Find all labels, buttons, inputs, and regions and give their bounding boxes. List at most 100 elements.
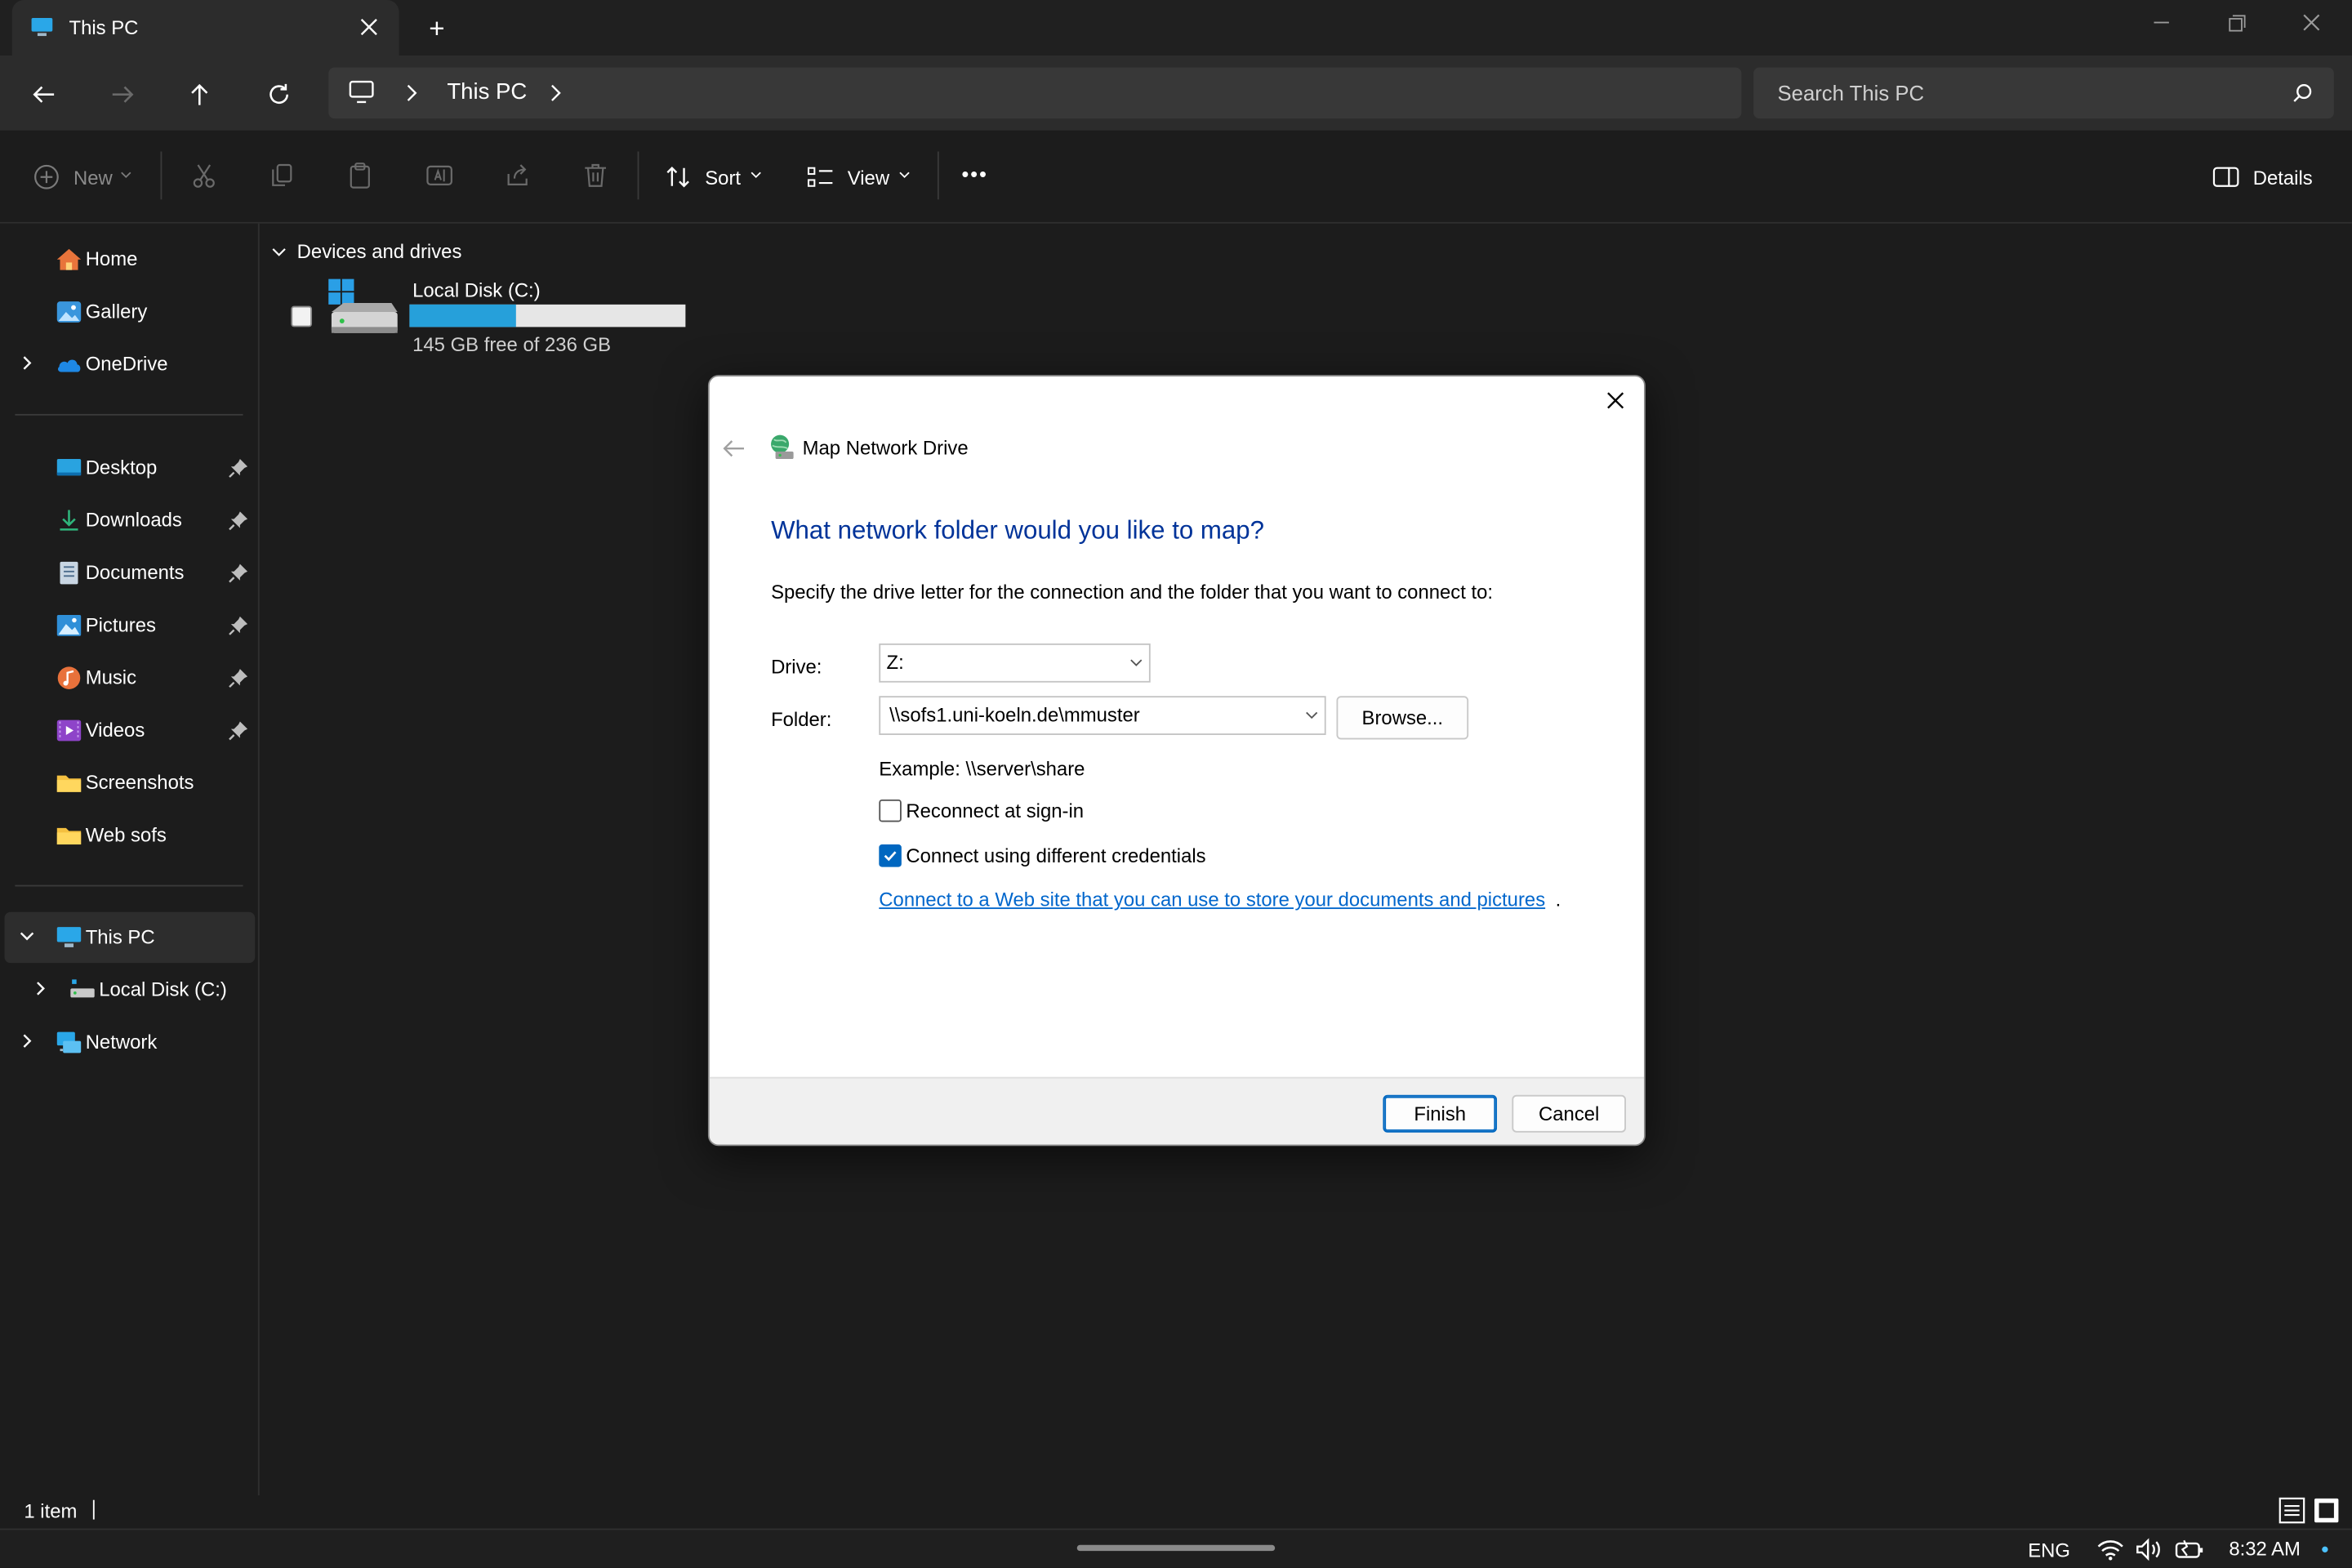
volume-icon[interactable] (2135, 1538, 2165, 1561)
notification-dot-icon[interactable] (2322, 1546, 2328, 1552)
group-header-devices[interactable]: Devices and drives (271, 240, 461, 262)
breadcrumb-this-pc[interactable]: This PC (447, 79, 527, 105)
rename-icon[interactable] (425, 161, 455, 191)
title-bar: This PC + (0, 0, 2352, 56)
sidebar-item-pictures[interactable]: Pictures (0, 600, 255, 651)
chevron-down-icon (120, 171, 132, 180)
see-more-button[interactable]: ••• (961, 162, 988, 185)
item-count: 1 item (24, 1499, 78, 1523)
chevron-right-icon[interactable] (18, 354, 36, 372)
breadcrumb-chevron-icon[interactable] (403, 84, 418, 102)
sidebar-item-desktop[interactable]: Desktop (0, 443, 255, 493)
credentials-label[interactable]: Connect using different credentials (906, 844, 1205, 867)
pin-icon[interactable] (228, 720, 249, 742)
details-button[interactable]: Details (2253, 167, 2313, 189)
sidebar-item-documents[interactable]: Documents (0, 547, 255, 598)
documents-icon (56, 561, 82, 585)
refresh-button[interactable] (260, 75, 299, 114)
paste-icon[interactable] (345, 161, 375, 191)
close-icon[interactable] (1605, 390, 1626, 412)
browse-button[interactable]: Browse... (1336, 696, 1469, 740)
share-icon[interactable] (502, 161, 532, 191)
address-bar[interactable]: This PC (328, 67, 1742, 119)
sidebar-item-music[interactable]: Music (0, 653, 255, 703)
large-icons-view-icon[interactable] (2313, 1497, 2340, 1524)
sidebar-item-label: Downloads (85, 508, 182, 532)
clock-time[interactable]: 8:32 AM (2229, 1538, 2301, 1561)
chevron-right-icon[interactable] (32, 979, 50, 997)
sidebar-item-label: Home (85, 247, 138, 270)
drive-select-checkbox[interactable] (291, 305, 313, 327)
chevron-down-icon (750, 171, 762, 180)
search-box[interactable]: Search This PC (1753, 67, 2334, 119)
storage-bar-fill (409, 304, 516, 327)
sidebar-item-home[interactable]: Home (0, 234, 255, 285)
pin-icon[interactable] (228, 667, 249, 688)
reconnect-checkbox[interactable] (879, 799, 902, 822)
restore-button[interactable] (2217, 9, 2256, 42)
minimize-button[interactable] (2142, 9, 2181, 42)
drive-free-space: 145 GB free of 236 GB (412, 332, 611, 356)
computer-icon (30, 16, 54, 38)
view-icon[interactable] (807, 165, 834, 189)
battery-icon[interactable] (2175, 1538, 2205, 1561)
forward-button[interactable] (104, 75, 143, 114)
chevron-right-icon[interactable] (18, 1032, 36, 1050)
music-icon (56, 666, 82, 689)
folder-combo-input[interactable]: \\sofs1.uni-koeln.de\mmuster (879, 696, 1326, 735)
sidebar-item-videos[interactable]: Videos (0, 705, 255, 755)
sort-icon[interactable] (665, 163, 692, 190)
pin-icon[interactable] (228, 457, 249, 479)
credentials-checkbox[interactable] (879, 844, 902, 867)
close-tab-icon[interactable] (360, 18, 378, 36)
pin-icon[interactable] (228, 615, 249, 636)
cancel-button[interactable]: Cancel (1512, 1094, 1626, 1133)
reconnect-label[interactable]: Reconnect at sign-in (906, 800, 1084, 822)
sidebar-item-gallery[interactable]: Gallery (0, 287, 255, 337)
back-button[interactable] (25, 75, 65, 114)
web-site-link[interactable]: Connect to a Web site that you can use t… (879, 888, 1545, 911)
home-indicator[interactable] (1076, 1544, 1276, 1552)
sidebar-item-downloads[interactable]: Downloads (0, 495, 255, 546)
cut-icon[interactable] (189, 161, 219, 191)
new-tab-button[interactable]: + (429, 14, 444, 46)
gallery-icon (56, 300, 82, 323)
close-window-button[interactable] (2292, 9, 2331, 42)
details-pane-icon[interactable] (2212, 167, 2239, 188)
chevron-down-icon[interactable] (18, 927, 36, 945)
sidebar-item-onedrive[interactable]: OneDrive (0, 339, 255, 390)
navigation-bar: This PC Search This PC (0, 55, 2352, 131)
search-input[interactable]: Search This PC (1777, 81, 1924, 105)
new-button[interactable]: New (74, 167, 113, 189)
sidebar-item-label: OneDrive (85, 352, 168, 376)
back-arrow-icon[interactable] (721, 438, 745, 459)
search-icon[interactable] (2292, 82, 2313, 104)
view-button[interactable]: View (848, 167, 889, 189)
dialog-heading: What network folder would you like to ma… (771, 515, 1265, 545)
sidebar-divider (15, 884, 243, 887)
up-button[interactable] (180, 75, 219, 114)
new-icon[interactable] (33, 163, 60, 190)
delete-icon[interactable] (581, 161, 611, 191)
status-divider (92, 1499, 95, 1520)
language-indicator[interactable]: ENG (2028, 1539, 2070, 1561)
pin-icon[interactable] (228, 510, 249, 531)
chevron-down-icon[interactable] (1305, 711, 1319, 720)
sidebar-item-local-disk[interactable]: Local Disk (C:) (0, 964, 255, 1015)
tab-this-pc[interactable]: This PC (11, 0, 399, 56)
sidebar-item-screenshots[interactable]: Screenshots (0, 758, 255, 808)
copy-icon[interactable] (267, 161, 297, 191)
breadcrumb-chevron-icon[interactable] (547, 84, 562, 102)
sidebar-item-web-sofs[interactable]: Web sofs (0, 810, 255, 861)
sidebar-item-network[interactable]: Network (0, 1017, 255, 1067)
pin-icon[interactable] (228, 563, 249, 584)
sort-button[interactable]: Sort (705, 167, 741, 189)
drive-letter-select[interactable]: Z: (879, 643, 1151, 683)
details-view-icon[interactable] (2278, 1497, 2305, 1524)
chevron-down-icon (898, 171, 911, 180)
drive-tile-local-disk[interactable]: Local Disk (C:) 145 GB free of 236 GB (285, 273, 720, 360)
sidebar-item-this-pc[interactable]: This PC (4, 911, 256, 964)
finish-button[interactable]: Finish (1383, 1094, 1498, 1133)
link-period: . (1555, 888, 1561, 911)
wifi-icon[interactable] (2097, 1538, 2124, 1561)
